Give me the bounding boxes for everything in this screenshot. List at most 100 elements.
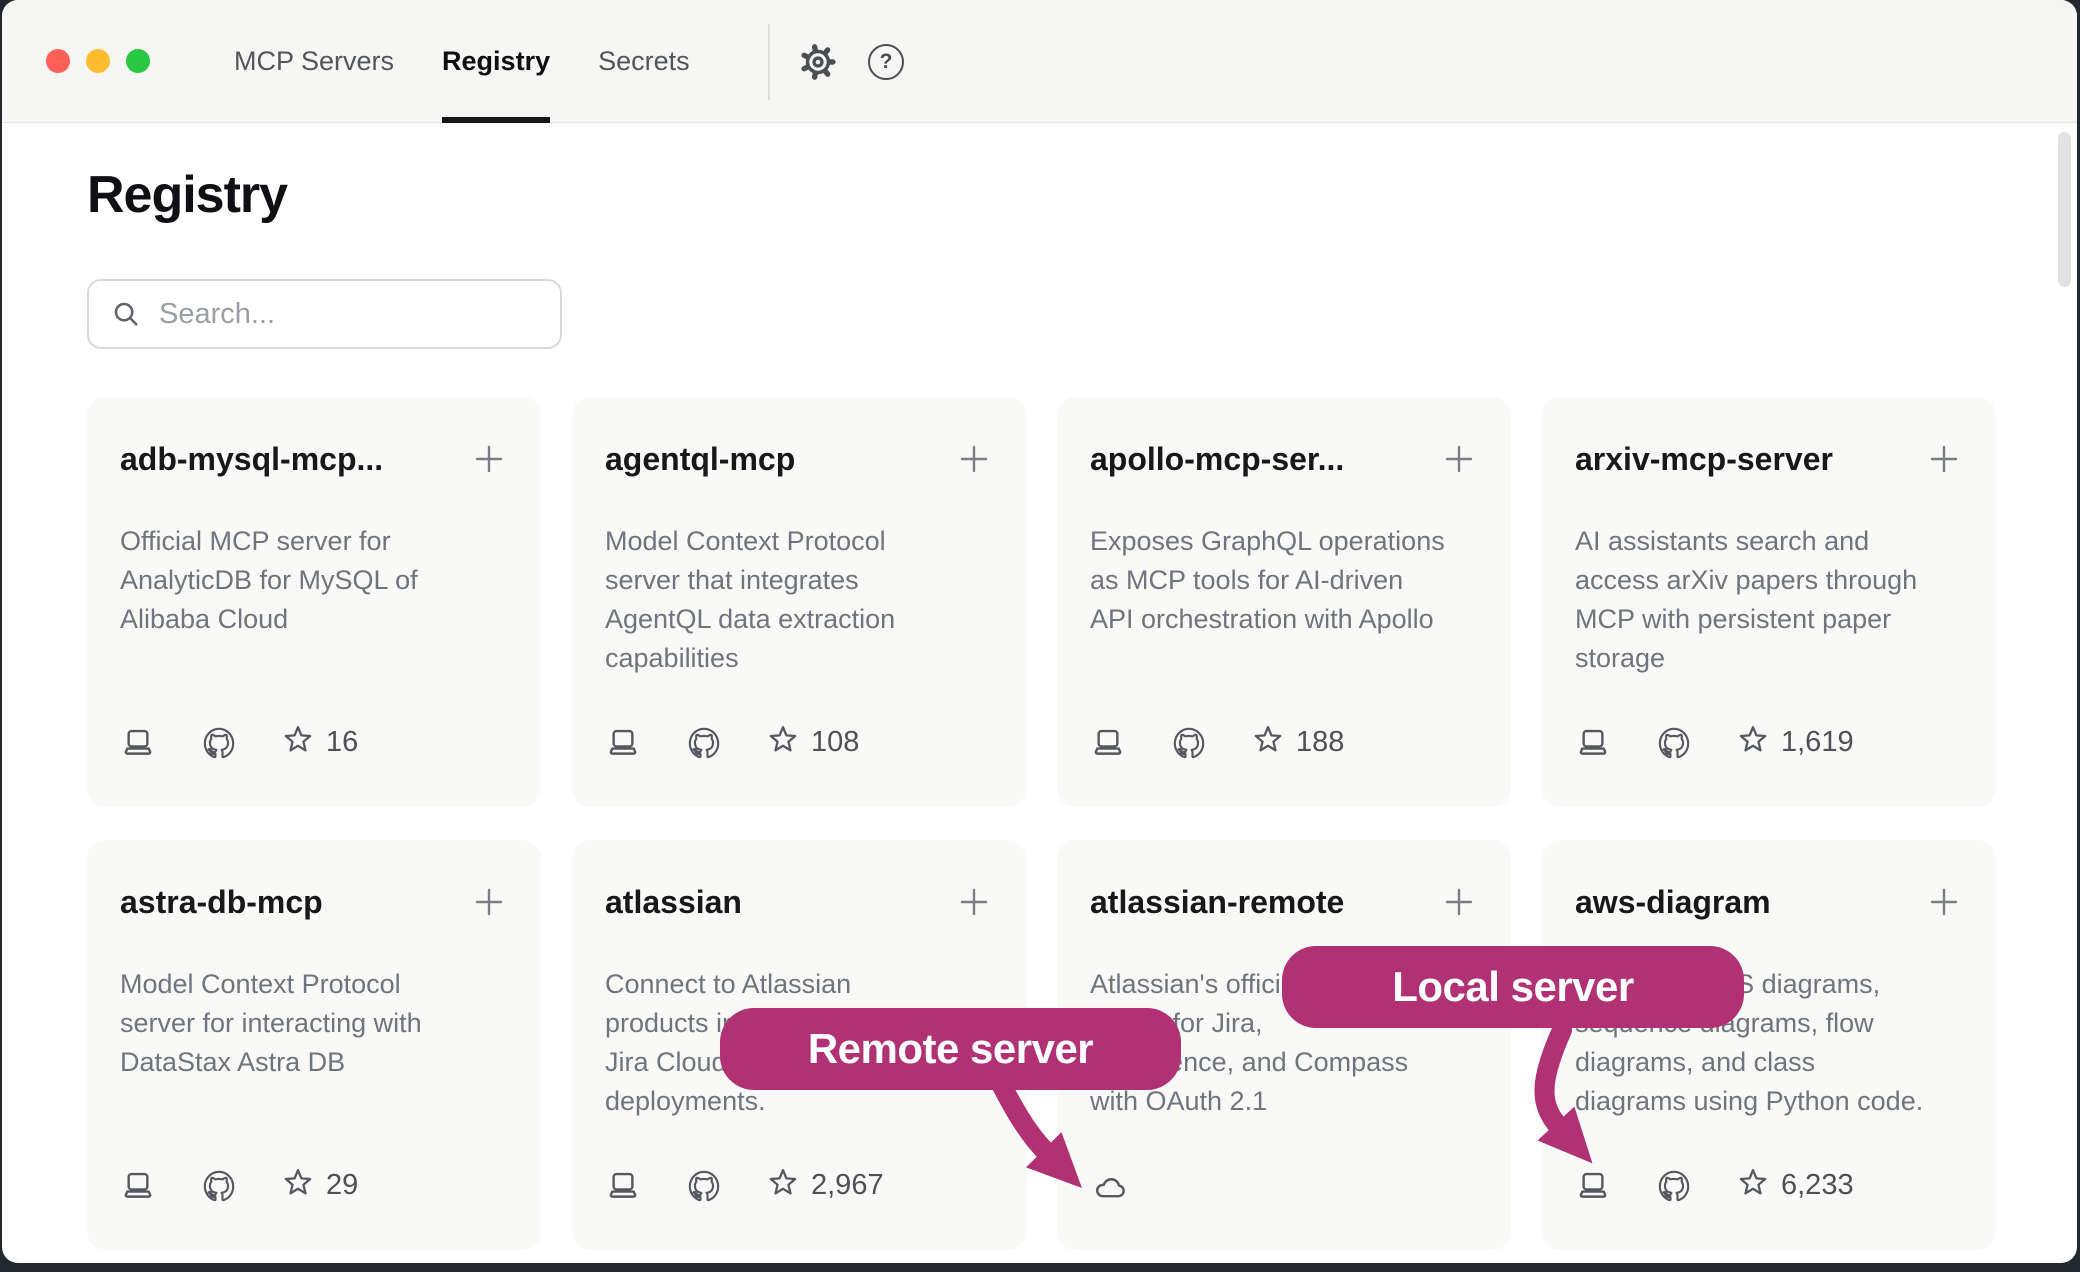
help-icon[interactable]: ? (868, 0, 904, 123)
laptop-icon (120, 1169, 156, 1203)
github-icon (687, 1169, 721, 1203)
traffic-lights (46, 49, 150, 73)
server-name: astra-db-mcp (120, 884, 323, 921)
server-name: atlassian-remote (1090, 884, 1344, 921)
remote-server-callout: Remote server (720, 1008, 1181, 1090)
titlebar: MCP Servers Registry Secrets ? (2, 0, 2077, 123)
github-icon (687, 726, 721, 760)
description-line: Official MCP server for (120, 522, 508, 561)
card-header: agentql-mcp (605, 440, 993, 478)
tab-registry[interactable]: Registry (442, 0, 550, 123)
description-line: MCP with persistent paper (1575, 600, 1963, 639)
description-line: server that integrates (605, 561, 993, 600)
add-server-button[interactable] (955, 440, 993, 478)
laptop-icon (1575, 1169, 1611, 1203)
card-footer: 6,233 (1575, 1167, 1854, 1204)
description-line: as MCP tools for AI-driven (1090, 561, 1478, 600)
titlebar-divider (768, 24, 770, 100)
card-footer: 188 (1090, 724, 1344, 761)
description-line: AI assistants search and (1575, 522, 1963, 561)
close-window-button[interactable] (46, 49, 70, 73)
github-icon (1657, 1169, 1691, 1203)
laptop-icon (1090, 726, 1126, 760)
github-icon (1172, 726, 1206, 760)
server-description: AI assistants search andaccess arXiv pap… (1575, 522, 1963, 678)
server-description: Exposes GraphQL operationsas MCP tools f… (1090, 522, 1478, 639)
server-card[interactable]: arxiv-mcp-server AI assistants search an… (1542, 397, 1996, 807)
server-name: apollo-mcp-ser... (1090, 441, 1344, 478)
minimize-window-button[interactable] (86, 49, 110, 73)
add-server-button[interactable] (1925, 440, 1963, 478)
server-card[interactable]: aws-diagram Generate AWS diagrams,sequen… (1542, 840, 1996, 1250)
card-header: apollo-mcp-ser... (1090, 440, 1478, 478)
description-line: Model Context Protocol (605, 522, 993, 561)
tab-mcp-servers[interactable]: MCP Servers (234, 0, 394, 123)
add-server-button[interactable] (955, 883, 993, 921)
vertical-scrollbar-thumb[interactable] (2058, 132, 2071, 287)
description-line: AgentQL data extraction (605, 600, 993, 639)
nav-tabs: MCP Servers Registry Secrets (234, 0, 690, 123)
star-count-group: 16 (282, 724, 358, 761)
star-icon (1252, 724, 1284, 761)
card-footer: 16 (120, 724, 358, 761)
add-server-button[interactable] (1925, 883, 1963, 921)
card-footer: 1,619 (1575, 724, 1854, 761)
card-header: atlassian (605, 883, 993, 921)
server-card[interactable]: astra-db-mcp Model Context Protocolserve… (87, 840, 541, 1250)
star-count-group: 6,233 (1737, 1167, 1854, 1204)
settings-gear-icon[interactable] (799, 0, 837, 123)
search-box[interactable] (87, 279, 562, 349)
star-count: 6,233 (1781, 1169, 1854, 1202)
description-line: Model Context Protocol (120, 965, 508, 1004)
description-line: diagrams using Python code. (1575, 1082, 1963, 1121)
card-header: atlassian-remote (1090, 883, 1478, 921)
server-name: adb-mysql-mcp... (120, 441, 383, 478)
card-header: astra-db-mcp (120, 883, 508, 921)
github-icon (202, 726, 236, 760)
description-line: AnalyticDB for MySQL of (120, 561, 508, 600)
card-header: aws-diagram (1575, 883, 1963, 921)
github-icon (202, 1169, 236, 1203)
laptop-icon (120, 726, 156, 760)
star-count: 108 (811, 726, 859, 759)
search-input[interactable] (159, 298, 519, 331)
description-line: storage (1575, 639, 1963, 678)
card-footer: 108 (605, 724, 859, 761)
star-count: 16 (326, 726, 358, 759)
star-icon (1737, 724, 1769, 761)
add-server-button[interactable] (1440, 440, 1478, 478)
description-line: access arXiv papers through (1575, 561, 1963, 600)
description-line: diagrams, and class (1575, 1043, 1963, 1082)
server-description: Model Context Protocolserver for interac… (120, 965, 508, 1082)
search-icon (111, 299, 141, 329)
add-server-button[interactable] (1440, 883, 1478, 921)
star-icon (1737, 1167, 1769, 1204)
description-line: Connect to Atlassian (605, 965, 993, 1004)
card-header: arxiv-mcp-server (1575, 440, 1963, 478)
question-mark-icon: ? (868, 44, 904, 80)
star-count-group: 188 (1252, 724, 1344, 761)
server-description: Model Context Protocolserver that integr… (605, 522, 993, 678)
add-server-button[interactable] (470, 883, 508, 921)
add-server-button[interactable] (470, 440, 508, 478)
cloud-icon (1090, 1170, 1130, 1204)
star-icon (767, 1167, 799, 1204)
description-line: Exposes GraphQL operations (1090, 522, 1478, 561)
laptop-icon (605, 726, 641, 760)
card-footer (1090, 1170, 1176, 1204)
server-description: Official MCP server forAnalyticDB for My… (120, 522, 508, 639)
description-line: DataStax Astra DB (120, 1043, 508, 1082)
card-footer: 29 (120, 1167, 358, 1204)
star-count-group: 29 (282, 1167, 358, 1204)
star-icon (767, 724, 799, 761)
page-title: Registry (87, 166, 2077, 224)
server-card[interactable]: adb-mysql-mcp... Official MCP server for… (87, 397, 541, 807)
laptop-icon (605, 1169, 641, 1203)
laptop-icon (1575, 726, 1611, 760)
star-icon (282, 1167, 314, 1204)
tab-secrets[interactable]: Secrets (598, 0, 690, 123)
server-card[interactable]: agentql-mcp Model Context Protocolserver… (572, 397, 1026, 807)
server-card[interactable]: apollo-mcp-ser... Exposes GraphQL operat… (1057, 397, 1511, 807)
star-count-group: 2,967 (767, 1167, 884, 1204)
zoom-window-button[interactable] (126, 49, 150, 73)
